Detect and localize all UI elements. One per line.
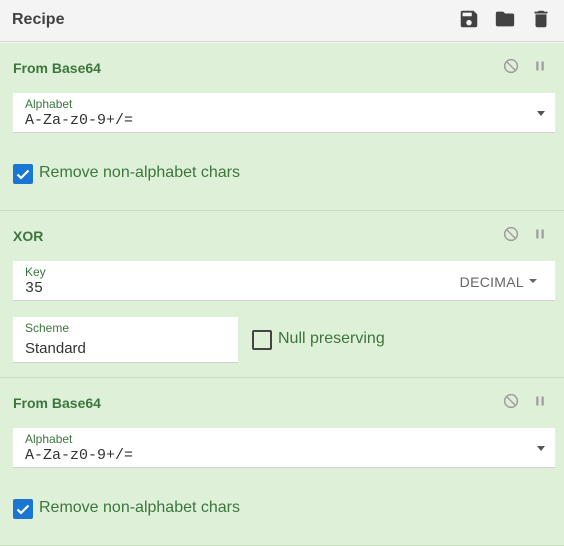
operation-from-base64: From Base64 Alphabet A-Za-z0-9+/= Remove… bbox=[0, 43, 564, 211]
checkbox-label: Null preserving bbox=[278, 330, 385, 347]
alphabet-value[interactable]: A-Za-z0-9+/= bbox=[25, 112, 133, 129]
operation-title: From Base64 bbox=[13, 395, 101, 411]
recipe-title: Recipe bbox=[12, 11, 65, 28]
checkbox-checked-icon[interactable] bbox=[13, 499, 33, 519]
key-field[interactable]: Key 35 DECIMAL bbox=[13, 261, 555, 301]
disable-icon[interactable] bbox=[502, 225, 520, 243]
operation-title: XOR bbox=[13, 228, 44, 244]
null-preserving-checkbox[interactable]: Null preserving bbox=[252, 330, 402, 352]
checkbox-checked-icon[interactable] bbox=[13, 164, 33, 184]
pause-icon[interactable] bbox=[531, 392, 549, 410]
scheme-field[interactable]: Scheme Standard bbox=[13, 317, 238, 363]
alphabet-field[interactable]: Alphabet A-Za-z0-9+/= bbox=[13, 428, 555, 468]
checkbox-label: Remove non-alphabet chars bbox=[39, 164, 241, 181]
checkbox-unchecked-icon[interactable] bbox=[252, 330, 272, 350]
checkbox-label: Remove non-alphabet chars bbox=[39, 499, 241, 516]
pause-icon[interactable] bbox=[531, 57, 549, 75]
chevron-down-icon[interactable] bbox=[537, 446, 545, 451]
chevron-down-icon bbox=[529, 279, 537, 284]
pause-icon[interactable] bbox=[531, 225, 549, 243]
disable-icon[interactable] bbox=[502, 392, 520, 410]
operation-xor: XOR Key 35 DECIMAL Scheme Standard Null … bbox=[0, 211, 564, 378]
remove-non-alphabet-checkbox[interactable]: Remove non-alphabet chars bbox=[13, 164, 273, 186]
save-icon[interactable] bbox=[458, 8, 480, 30]
operation-title: From Base64 bbox=[13, 60, 101, 76]
alphabet-label: Alphabet bbox=[25, 97, 73, 111]
disable-icon[interactable] bbox=[502, 57, 520, 75]
recipe-header: Recipe bbox=[0, 0, 564, 42]
key-format-dropdown[interactable]: DECIMAL bbox=[460, 274, 537, 290]
remove-non-alphabet-checkbox[interactable]: Remove non-alphabet chars bbox=[13, 499, 273, 521]
alphabet-field[interactable]: Alphabet A-Za-z0-9+/= bbox=[13, 93, 555, 133]
chevron-down-icon[interactable] bbox=[537, 111, 545, 116]
key-format-label: DECIMAL bbox=[459, 274, 524, 290]
operation-from-base64: From Base64 Alphabet A-Za-z0-9+/= Remove… bbox=[0, 378, 564, 546]
alphabet-label: Alphabet bbox=[25, 432, 73, 446]
folder-icon[interactable] bbox=[494, 8, 516, 30]
scheme-value[interactable]: Standard bbox=[25, 340, 86, 357]
scheme-label: Scheme bbox=[25, 321, 70, 335]
alphabet-value[interactable]: A-Za-z0-9+/= bbox=[25, 447, 133, 464]
key-value[interactable]: 35 bbox=[25, 280, 43, 297]
trash-icon[interactable] bbox=[530, 8, 552, 30]
key-label: Key bbox=[25, 265, 46, 279]
